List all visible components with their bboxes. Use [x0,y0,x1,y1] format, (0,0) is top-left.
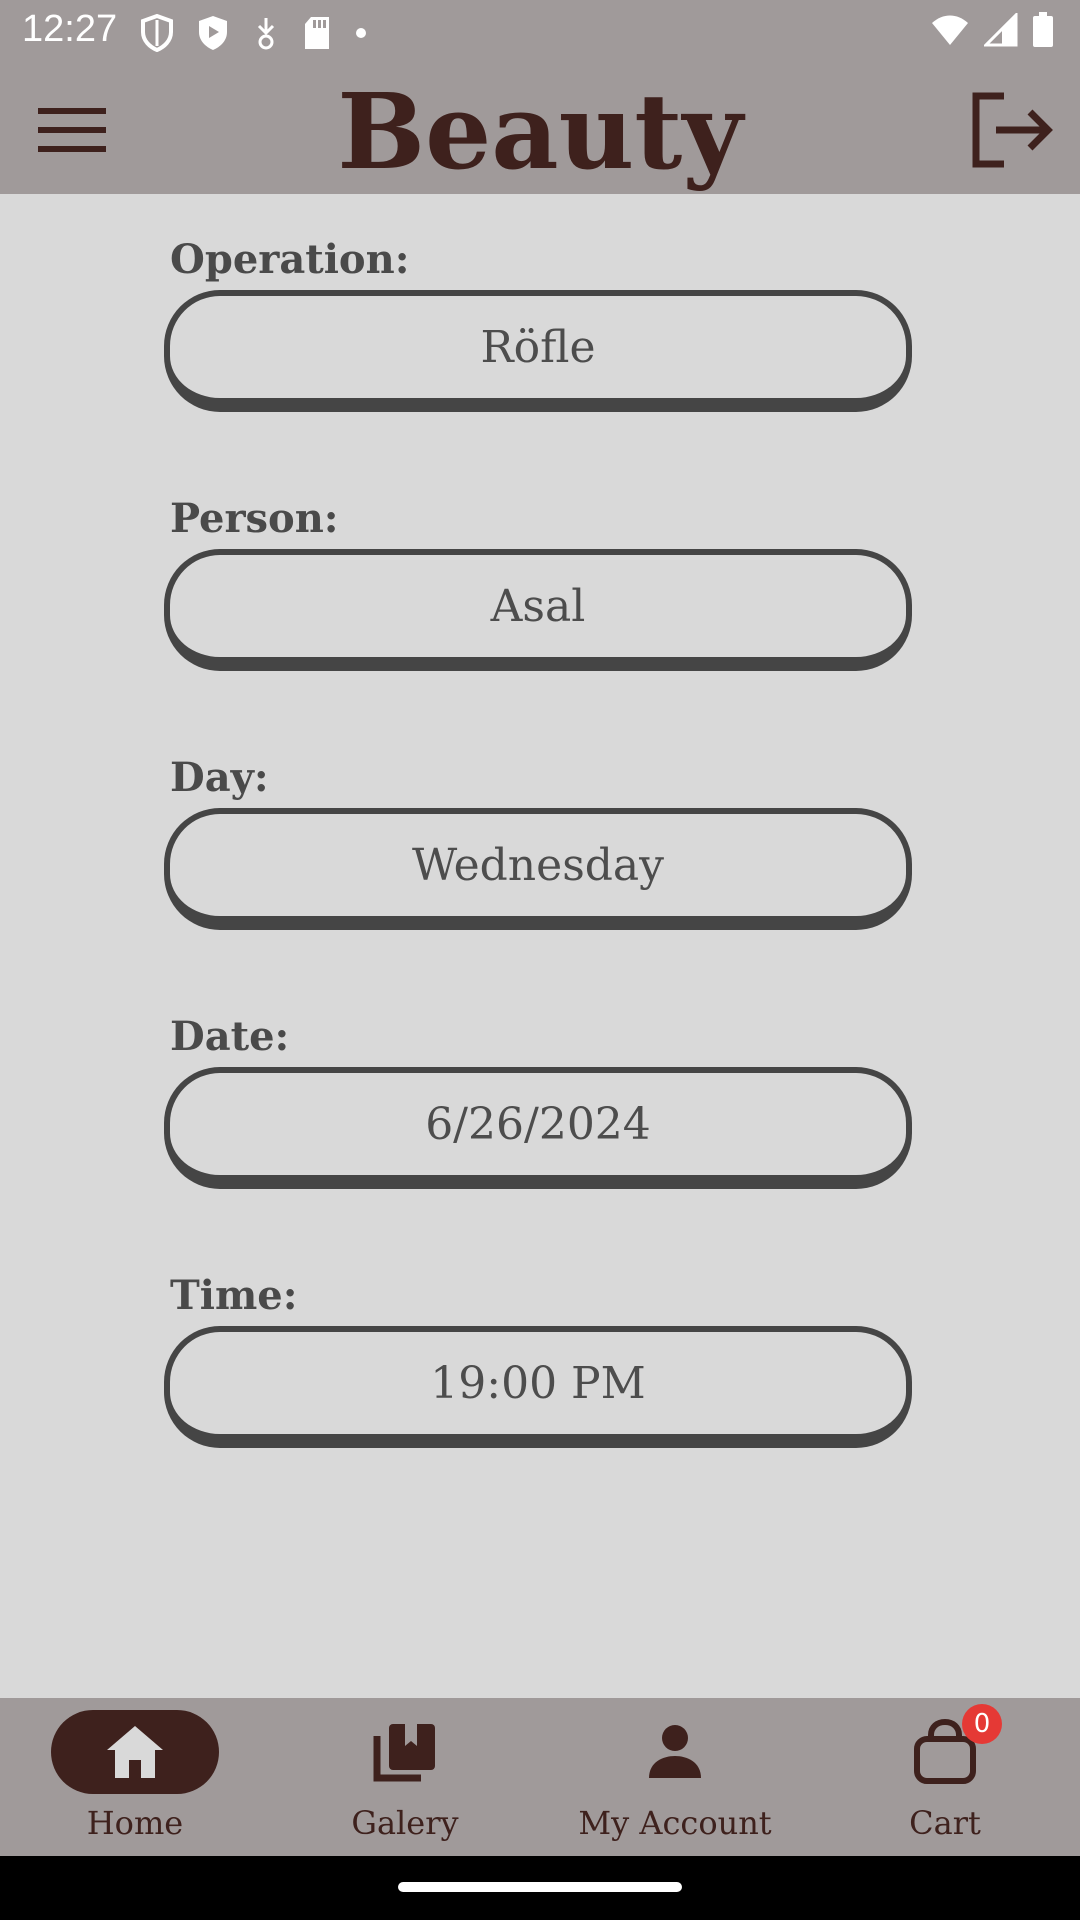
operation-field[interactable]: Röfle [164,290,912,412]
nav-home-indicator [51,1710,219,1794]
nav-cart-indicator [861,1710,1029,1794]
date-label: Date: [170,1013,290,1060]
dot-icon [356,28,366,38]
shield-outline-icon [141,14,173,52]
nav-label-cart: Cart [909,1804,981,1842]
status-icons-right [930,12,1054,48]
app-title: Beauty [337,70,743,193]
time-label: Time: [170,1272,298,1319]
nav-item-my-account[interactable]: My Account [540,1698,810,1856]
sd-card-icon [305,17,329,49]
gallery-icon [373,1724,435,1782]
nav-account-indicator [591,1710,759,1794]
status-time: 12:27 [22,8,118,50]
person-icon [649,1725,701,1778]
cart-badge: 0 [962,1704,1002,1744]
download-arrow-icon [257,18,275,50]
battery-icon [1033,12,1053,47]
nav-item-home[interactable]: Home [0,1698,270,1856]
nav-item-cart[interactable]: 0 Cart [810,1698,1080,1856]
gesture-bar [0,1856,1080,1920]
wifi-icon [932,15,968,45]
app-bar: Beauty [0,64,1080,194]
nav-label-home: Home [86,1804,184,1842]
logout-icon [972,92,1053,168]
bottom-nav: Home Galery My Account 0 Cart [0,1698,1080,1856]
nav-galery-indicator [321,1710,489,1794]
day-label: Day: [170,754,269,801]
home-icon [107,1726,163,1778]
shield-filled-icon [199,16,227,50]
status-bar: 12:27 [0,0,1080,64]
person-label: Person: [170,495,339,542]
person-field[interactable]: Asal [164,549,912,671]
nav-label-galery: Galery [351,1804,459,1842]
date-field[interactable]: 6/26/2024 [164,1067,912,1189]
home-gesture-handle[interactable] [398,1882,682,1892]
nav-item-galery[interactable]: Galery [270,1698,540,1856]
logout-button[interactable] [968,92,1054,168]
nav-label-my-account: My Account [578,1804,772,1842]
status-icons-left [140,14,368,52]
operation-label: Operation: [170,236,410,283]
day-field[interactable]: Wednesday [164,808,912,930]
time-field[interactable]: 19:00 PM [164,1326,912,1448]
cell-signal-icon [984,13,1018,47]
